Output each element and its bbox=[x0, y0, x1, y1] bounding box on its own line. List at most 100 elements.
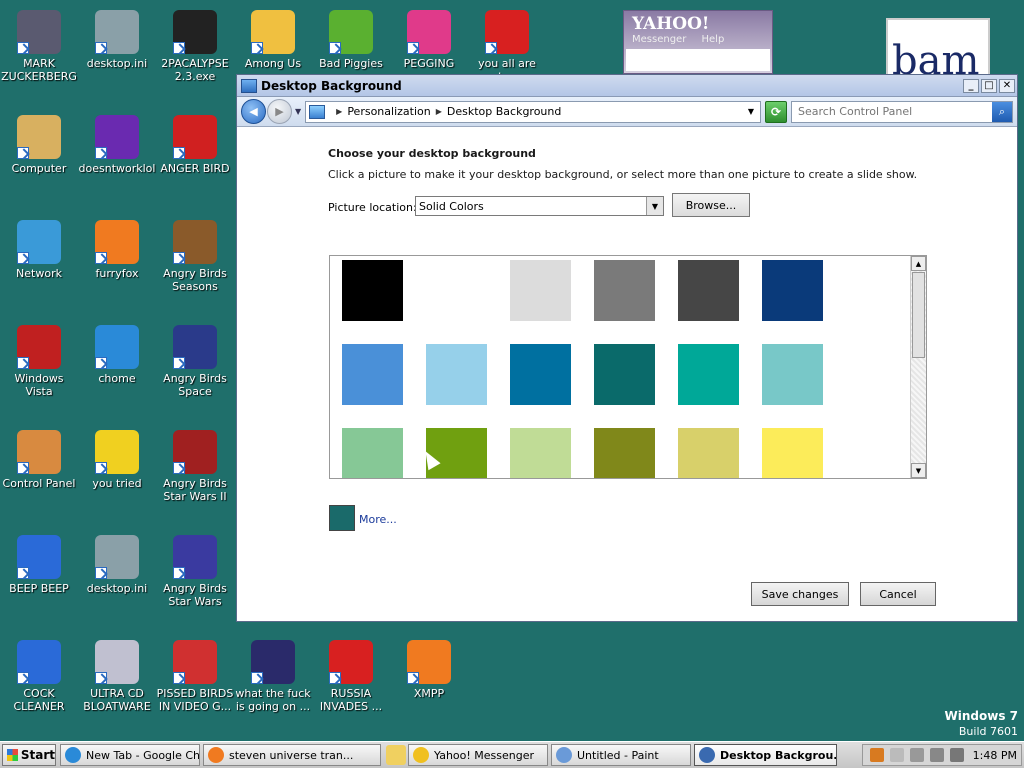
chevron-down-icon[interactable]: ▼ bbox=[646, 197, 663, 215]
desktop-icon[interactable]: Network bbox=[0, 220, 78, 280]
app-icon bbox=[17, 220, 61, 264]
quick-launch-icon[interactable] bbox=[386, 745, 406, 765]
color-swatch[interactable] bbox=[510, 428, 571, 478]
desktop-icon[interactable]: MARK ZUCKERBERG bbox=[0, 10, 78, 83]
bam-widget[interactable]: bam bbox=[886, 18, 990, 78]
forward-button[interactable]: ▶ bbox=[267, 99, 292, 124]
search-input[interactable] bbox=[792, 102, 992, 121]
desktop-icon[interactable]: COCK CLEANER bbox=[0, 640, 78, 713]
color-swatch[interactable] bbox=[594, 344, 655, 405]
maximize-button[interactable]: □ bbox=[981, 78, 997, 93]
breadcrumb-desktop-background[interactable]: Desktop Background bbox=[447, 105, 562, 118]
desktop-icon[interactable]: chome bbox=[78, 325, 156, 385]
yahoo-messenger-label[interactable]: Messenger bbox=[632, 34, 686, 45]
desktop-icon[interactable]: PISSED BIRDS IN VIDEO G... bbox=[156, 640, 234, 713]
app-icon bbox=[95, 115, 139, 159]
desktop-icon[interactable]: Angry Birds Star Wars bbox=[156, 535, 234, 608]
desktop-icon[interactable]: Angry Birds Star Wars II bbox=[156, 430, 234, 503]
desktop-icon[interactable]: ANGER BIRD bbox=[156, 115, 234, 175]
scroll-down-button[interactable]: ▼ bbox=[911, 463, 926, 478]
minimize-button[interactable]: _ bbox=[963, 78, 979, 93]
close-button[interactable]: ✕ bbox=[999, 78, 1015, 93]
color-swatch[interactable] bbox=[594, 428, 655, 478]
desktop-icon[interactable]: desktop.ini bbox=[78, 535, 156, 595]
color-swatch[interactable] bbox=[342, 428, 403, 478]
desktop-icon[interactable]: desktop.ini bbox=[78, 10, 156, 70]
color-swatch[interactable] bbox=[510, 260, 571, 321]
messenger-tray-icon[interactable] bbox=[889, 748, 904, 762]
taskbar-button[interactable]: Untitled - Paint bbox=[551, 744, 691, 766]
color-swatch[interactable] bbox=[426, 260, 487, 321]
desktop-icon[interactable]: BEEP BEEP bbox=[0, 535, 78, 595]
desktop-icon[interactable]: you tried bbox=[78, 430, 156, 490]
app-icon bbox=[95, 430, 139, 474]
breadcrumb-arrow-icon[interactable]: ▶ bbox=[336, 107, 342, 116]
color-swatch[interactable] bbox=[762, 260, 823, 321]
breadcrumb-personalization[interactable]: Personalization bbox=[347, 105, 430, 118]
color-swatch[interactable] bbox=[762, 344, 823, 405]
color-swatch[interactable] bbox=[678, 260, 739, 321]
desktop-icon[interactable]: PEGGING bbox=[390, 10, 468, 70]
vertical-scrollbar[interactable]: ▲ ▼ bbox=[910, 256, 926, 478]
taskbar-button[interactable]: New Tab - Google Ch... bbox=[60, 744, 200, 766]
desktop-icon[interactable]: Among Us bbox=[234, 10, 312, 70]
desktop-icon[interactable]: Computer bbox=[0, 115, 78, 175]
address-field[interactable]: ▶ Personalization ▶ Desktop Background ▼ bbox=[305, 100, 761, 123]
recent-pages-chevron-down-icon[interactable]: ▼ bbox=[295, 107, 301, 116]
cancel-button[interactable]: Cancel bbox=[860, 582, 936, 606]
app-icon bbox=[95, 10, 139, 54]
desktop-icon[interactable]: Bad Piggies bbox=[312, 10, 390, 70]
desktop-icon-label: COCK CLEANER bbox=[13, 687, 65, 713]
desktop-icon[interactable]: you all are too bbox=[468, 10, 546, 83]
color-swatch[interactable] bbox=[762, 428, 823, 478]
desktop-icon[interactable]: XMPP bbox=[390, 640, 468, 700]
refresh-button[interactable]: ⟳ bbox=[765, 100, 787, 123]
taskbar-button[interactable]: Desktop Backgrou... bbox=[694, 744, 837, 766]
color-swatch[interactable] bbox=[342, 344, 403, 405]
window-titlebar[interactable]: Desktop Background _ □ ✕ bbox=[237, 75, 1017, 97]
color-swatch[interactable] bbox=[678, 428, 739, 478]
app-icon bbox=[17, 10, 61, 54]
yahoo-messenger-widget[interactable]: YAHOO! Messenger Help bbox=[623, 10, 773, 74]
desktop-icon[interactable]: Angry Birds Space bbox=[156, 325, 234, 398]
browse-button[interactable]: Browse... bbox=[672, 193, 750, 217]
desktop-icon[interactable]: Angry Birds Seasons bbox=[156, 220, 234, 293]
color-swatch[interactable] bbox=[510, 344, 571, 405]
save-changes-button[interactable]: Save changes bbox=[751, 582, 849, 606]
scroll-thumb[interactable] bbox=[912, 272, 925, 358]
color-swatch[interactable] bbox=[426, 344, 487, 405]
desktop-icon[interactable]: 2PACALYPSE 2.3.exe bbox=[156, 10, 234, 83]
volume-icon[interactable] bbox=[949, 748, 964, 762]
desktop-icon[interactable]: RUSSIA INVADES ... bbox=[312, 640, 390, 713]
search-icon[interactable]: ⌕ bbox=[992, 101, 1012, 122]
breadcrumb-arrow-icon[interactable]: ▶ bbox=[436, 107, 442, 116]
desktop-icon[interactable]: what the fuck is going on ... bbox=[234, 640, 312, 713]
desktop-icon[interactable]: Control Panel bbox=[0, 430, 78, 490]
start-button[interactable]: Start bbox=[2, 744, 56, 766]
more-colors-swatch[interactable] bbox=[329, 505, 355, 531]
shortcut-arrow-icon bbox=[95, 672, 107, 684]
color-swatch[interactable] bbox=[594, 260, 655, 321]
desktop-icon-label: chome bbox=[98, 372, 136, 385]
more-colors-link[interactable]: More... bbox=[359, 513, 397, 526]
desktop-icon-label: XMPP bbox=[413, 687, 445, 700]
picture-location-select[interactable]: Solid Colors ▼ bbox=[415, 196, 664, 216]
taskbar-button[interactable]: steven universe tran... bbox=[203, 744, 381, 766]
desktop-icon[interactable]: ULTRA CD BLOATWARE bbox=[78, 640, 156, 713]
back-button[interactable]: ◀ bbox=[241, 99, 266, 124]
clock[interactable]: 1:48 PM bbox=[973, 749, 1017, 762]
yahoo-help-link[interactable]: Help bbox=[702, 34, 725, 45]
address-dropdown-chevron-down-icon[interactable]: ▼ bbox=[748, 107, 754, 116]
taskbar-button[interactable]: Yahoo! Messenger bbox=[408, 744, 548, 766]
desktop-icon[interactable]: doesntworklol bbox=[78, 115, 156, 175]
minus-tray-icon[interactable] bbox=[909, 748, 924, 762]
display-tray-icon[interactable] bbox=[929, 748, 944, 762]
shortcut-arrow-icon bbox=[173, 357, 185, 369]
search-tray-icon[interactable] bbox=[869, 748, 884, 762]
shortcut-arrow-icon bbox=[95, 147, 107, 159]
scroll-up-button[interactable]: ▲ bbox=[911, 256, 926, 271]
color-swatch[interactable] bbox=[678, 344, 739, 405]
desktop-icon[interactable]: furryfox bbox=[78, 220, 156, 280]
desktop-icon[interactable]: Windows Vista bbox=[0, 325, 78, 398]
color-swatch[interactable] bbox=[342, 260, 403, 321]
